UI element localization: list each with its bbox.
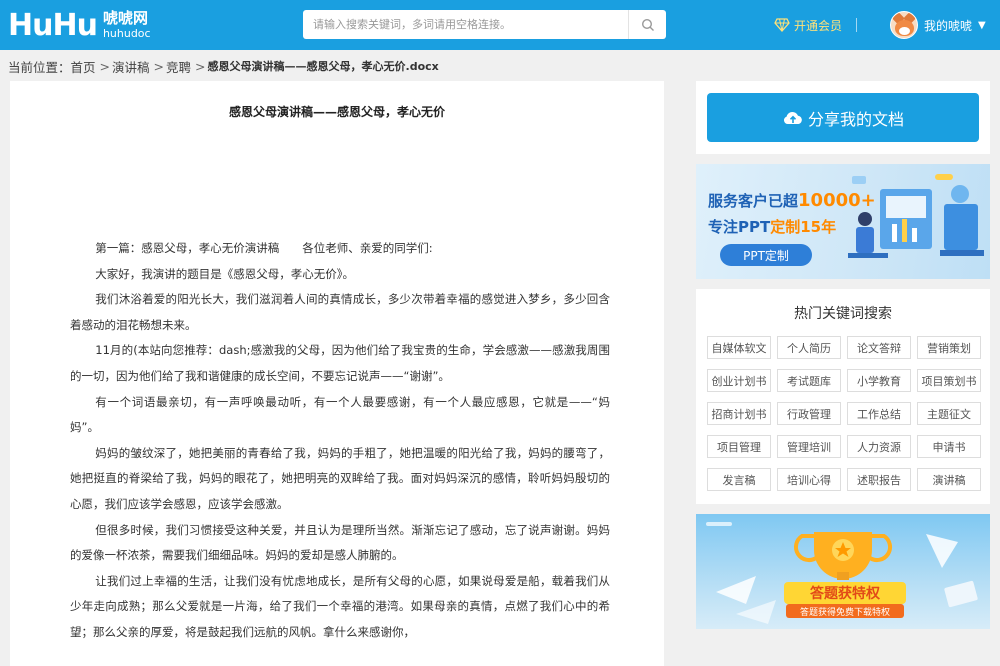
search-icon [641, 18, 654, 31]
document-title: 感恩父母演讲稿——感恩父母，孝心无价 [228, 105, 445, 119]
breadcrumb-competition[interactable]: 竞聘 [166, 57, 191, 76]
keyword-grid: 自媒体软文 个人简历 论文答辩 营销策划 创业计划书 考试题库 小学教育 项目策… [707, 336, 981, 491]
breadcrumb-separator: > [99, 58, 111, 74]
ppt-custom-banner[interactable]: 服务客户已超10000+ 专注PPT定制15年 PPT定制 [696, 164, 990, 279]
breadcrumb-speech[interactable]: 演讲稿 [112, 57, 150, 76]
chevron-down-icon: ▼ [978, 19, 986, 31]
document-paragraph: 让我们过上幸福的生活，让我们没有忧虑地成长，是所有父母的心愿，如果说母爱是船，载… [70, 573, 610, 639]
document-paragraph: 大家好，我演讲的题目是《感恩父母，孝心无价》。 [95, 266, 355, 281]
keyword-tag[interactable]: 考试题库 [777, 369, 841, 392]
office-illustration [848, 174, 984, 258]
quiz-subtitle: 答题获得免费下载特权 [786, 604, 904, 618]
user-menu[interactable]: 我的唬唬 ▼ [890, 10, 986, 40]
keyword-tag[interactable]: 营销策划 [917, 336, 981, 359]
search-button[interactable] [628, 10, 666, 39]
document-paragraph: 第一篇：感恩父母，孝心无价演讲稿 各位老师、亲爱的同学们: [95, 241, 433, 255]
keyword-tag[interactable]: 申请书 [917, 435, 981, 458]
keyword-tag[interactable]: 管理培训 [777, 435, 841, 458]
hot-keywords-panel: 热门关键词搜索 自媒体软文 个人简历 论文答辩 营销策划 创业计划书 考试题库 … [696, 289, 990, 504]
breadcrumb-current: 感恩父母演讲稿——感恩父母，孝心无价.docx [207, 60, 439, 73]
quiz-headline: 答题获特权 [784, 582, 906, 604]
user-label: 我的唬唬 [924, 18, 973, 33]
share-document-button[interactable]: 分享我的文档 [707, 93, 979, 142]
header-divider [856, 18, 857, 32]
search-input[interactable] [303, 10, 623, 39]
keyword-tag[interactable]: 工作总结 [847, 402, 911, 425]
site-logo[interactable]: HuHu 唬唬网 huhudoc [8, 8, 151, 44]
keyword-tag[interactable]: 创业计划书 [707, 369, 771, 392]
quiz-privilege-banner[interactable]: 答题获特权 答题获得免费下载特权 [696, 514, 990, 629]
breadcrumb-separator: > [153, 58, 165, 74]
keyword-tag[interactable]: 述职报告 [847, 468, 911, 491]
keyword-tag[interactable]: 行政管理 [777, 402, 841, 425]
logo-text: 唬唬网 huhudoc [103, 11, 151, 41]
breadcrumb-prefix: 当前位置： [8, 59, 71, 75]
document-paragraph: 11月的(本站向您推荐：dash;感激我的父母，因为他们给了我宝贵的生命，学会感… [70, 343, 610, 383]
diamond-icon [774, 18, 790, 32]
search-bar [303, 10, 666, 39]
document-paragraph: 妈妈的皱纹深了，她把美丽的青春给了我，妈妈的手粗了，她把温暖的阳光给了我，妈妈的… [70, 445, 610, 511]
breadcrumb: 当前位置： 首页 > 演讲稿 > 竞聘 > 感恩父母演讲稿——感恩父母，孝心无价… [8, 57, 439, 75]
keyword-tag[interactable]: 培训心得 [777, 468, 841, 491]
share-label: 分享我的文档 [807, 109, 904, 129]
logo-mark: HuHu [8, 8, 98, 43]
breadcrumb-home[interactable]: 首页 [71, 57, 96, 76]
keyword-tag[interactable]: 小学教育 [847, 369, 911, 392]
vip-label: 开通会员 [794, 18, 843, 33]
top-header: HuHu 唬唬网 huhudoc 开通会员 我的唬唬 ▼ [0, 0, 1000, 50]
document-body: 第一篇：感恩父母，孝心无价演讲稿 各位老师、亲爱的同学们: 大家好，我演讲的题目… [70, 236, 610, 646]
keyword-tag[interactable]: 人力资源 [847, 435, 911, 458]
logo-cn: 唬唬网 [102, 9, 148, 27]
keyword-tag[interactable]: 项目管理 [707, 435, 771, 458]
banner-line-2: 专注PPT定制15年 [708, 218, 837, 236]
vip-link[interactable]: 开通会员 [774, 15, 842, 35]
keyword-tag[interactable]: 发言稿 [707, 468, 771, 491]
keyword-tag[interactable]: 招商计划书 [707, 402, 771, 425]
keyword-tag[interactable]: 演讲稿 [917, 468, 981, 491]
cloud-upload-icon [783, 111, 802, 124]
logo-en: huhudoc [102, 27, 151, 40]
document-viewer: 感恩父母演讲稿——感恩父母，孝心无价 第一篇：感恩父母，孝心无价演讲稿 各位老师… [10, 81, 664, 666]
breadcrumb-separator: > [195, 58, 206, 74]
keyword-tag[interactable]: 个人简历 [777, 336, 841, 359]
keyword-tag[interactable]: 论文答辩 [847, 336, 911, 359]
avatar [890, 11, 918, 39]
keyword-tag[interactable]: 自媒体软文 [707, 336, 771, 359]
document-paragraph: 但很多时候，我们习惯接受这种关爱，并且认为是理所当然。渐渐忘记了感动，忘了说声谢… [70, 522, 610, 563]
keyword-tag[interactable]: 项目策划书 [917, 369, 981, 392]
hot-keywords-title: 热门关键词搜索 [794, 306, 892, 322]
document-paragraph: 有一个词语最亲切，有一声呼唤最动听，有一个人最要感谢，有一个人最应感恩，它就是—… [70, 394, 610, 435]
keyword-tag[interactable]: 主题征文 [917, 402, 981, 425]
ppt-custom-button[interactable]: PPT定制 [720, 244, 812, 266]
document-paragraph: 我们沐浴着爱的阳光长大，我们滋润着人间的真情成长，多少次带着幸福的感觉进入梦乡，… [70, 292, 610, 332]
